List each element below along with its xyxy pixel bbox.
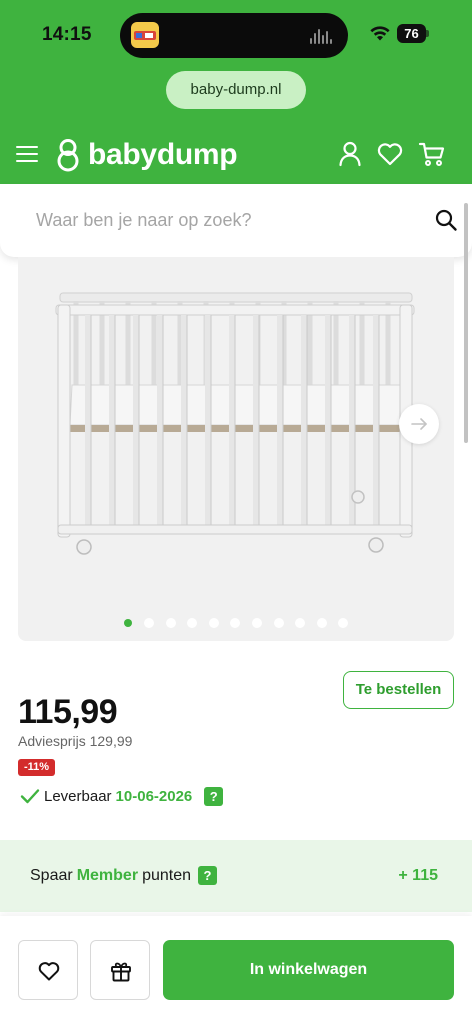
hamburger-menu-icon[interactable]	[16, 143, 40, 165]
heart-icon	[38, 962, 60, 981]
add-to-wishlist-button[interactable]	[18, 940, 78, 1000]
check-icon	[20, 789, 40, 804]
account-icon[interactable]	[336, 140, 364, 168]
advice-price: Adviesprijs 129,99	[18, 733, 133, 749]
site-header: babydump	[0, 130, 472, 180]
gallery-dot[interactable]	[209, 618, 219, 628]
arrow-right-icon	[411, 418, 427, 430]
search-bar[interactable]: Waar ben je naar op zoek?	[0, 184, 472, 257]
order-button[interactable]: Te bestellen	[343, 671, 454, 709]
points-prefix: Spaar	[30, 866, 73, 884]
battery-level: 76	[397, 24, 426, 43]
wishlist-heart-icon[interactable]	[376, 140, 404, 168]
points-member-label: Member	[76, 866, 139, 884]
gallery-dot[interactable]	[230, 618, 240, 628]
gallery-dot[interactable]	[166, 618, 176, 628]
discount-badge: -11%	[18, 759, 56, 776]
gift-list-button[interactable]	[90, 940, 150, 1000]
browser-url-pill[interactable]: baby-dump.nl	[166, 71, 306, 109]
search-icon[interactable]	[434, 208, 458, 232]
delivery-label: Leverbaar	[44, 787, 112, 805]
search-input[interactable]: Waar ben je naar op zoek?	[36, 210, 251, 231]
logo-text: babydump	[88, 138, 238, 171]
gallery-dot[interactable]	[252, 618, 262, 628]
status-time: 14:15	[42, 24, 92, 45]
points-suffix: punten	[142, 866, 191, 884]
battery-indicator: 76	[397, 24, 429, 43]
babydump-logo-icon	[57, 139, 79, 172]
gift-icon	[111, 962, 131, 982]
product-image-crib	[55, 292, 415, 555]
gallery-dot[interactable]	[144, 618, 154, 628]
wifi-icon	[370, 26, 390, 41]
product-price: 115,99	[18, 693, 118, 731]
gallery-next-button[interactable]	[399, 404, 439, 444]
gallery-dot-active[interactable]	[124, 619, 132, 627]
bottom-action-bar: In winkelwagen	[0, 916, 472, 1024]
gallery-dot[interactable]	[338, 618, 348, 628]
status-bar: 14:15 76	[0, 0, 472, 70]
points-value: + 115	[398, 867, 438, 884]
gallery-dot[interactable]	[317, 618, 327, 628]
delivery-date: 10-06-2026	[115, 787, 193, 805]
points-help-button[interactable]: ?	[198, 866, 217, 885]
member-points-banner: Spaar Member punten ? + 115	[0, 840, 472, 912]
dynamic-island	[120, 13, 348, 58]
site-logo[interactable]: babydump	[55, 137, 238, 173]
points-text: Spaar Member punten ?	[30, 866, 217, 885]
delivery-help-button[interactable]: ?	[204, 786, 224, 806]
now-playing-app-icon	[131, 22, 159, 48]
add-to-cart-button[interactable]: In winkelwagen	[163, 940, 454, 1000]
gallery-dot[interactable]	[274, 618, 284, 628]
shopping-cart-icon[interactable]	[418, 140, 446, 168]
gallery-dot[interactable]	[187, 618, 197, 628]
delivery-info: Leverbaar 10-06-2026 ?	[20, 786, 224, 806]
audio-waveform-icon	[310, 28, 336, 44]
page-scrollbar[interactable]	[464, 203, 468, 443]
product-image-gallery[interactable]	[18, 257, 454, 641]
gallery-dot[interactable]	[295, 618, 305, 628]
